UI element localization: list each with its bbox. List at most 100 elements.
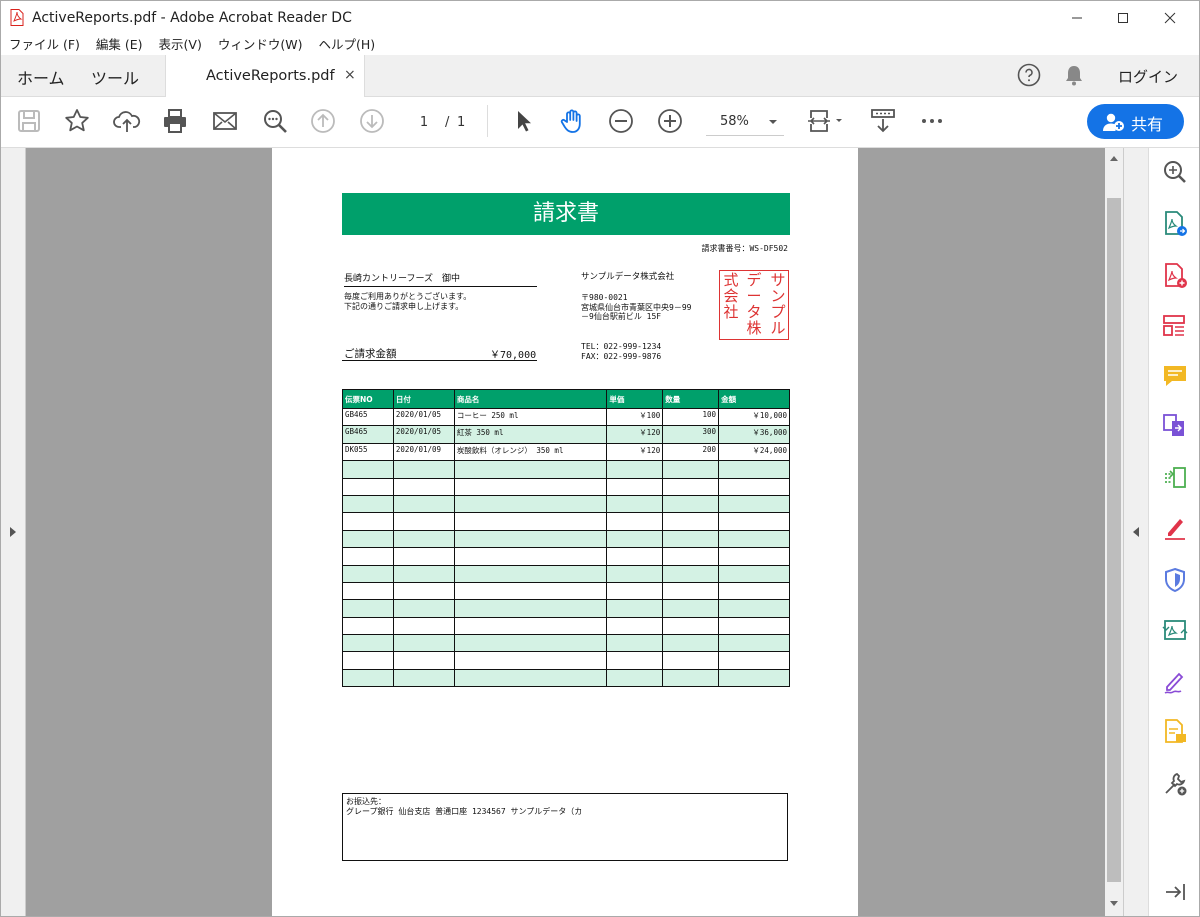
organize-pages-icon[interactable] — [1162, 465, 1188, 491]
compress-pdf-icon[interactable] — [1162, 617, 1188, 643]
table-cell — [342, 494, 394, 514]
bell-icon[interactable] — [1063, 63, 1085, 87]
table-cell — [606, 581, 664, 601]
cloud-upload-icon[interactable] — [113, 107, 141, 135]
close-icon — [1164, 12, 1176, 24]
table-cell — [662, 460, 720, 479]
star-icon[interactable] — [63, 107, 91, 135]
column-header: 商品名 — [453, 389, 608, 409]
pdf-page: 請求書 請求書番号：WS-DF502 長崎カントリーフーズ 御中 毎度ご利用あり… — [272, 148, 858, 916]
combine-files-icon[interactable] — [1162, 413, 1188, 439]
table-cell — [392, 529, 455, 549]
search-zoom-icon[interactable] — [261, 107, 289, 135]
edit-pdf-icon[interactable] — [1162, 313, 1188, 339]
table-row — [342, 599, 790, 618]
postal-code: 〒980-0021 — [581, 293, 628, 302]
pdf-file-icon — [10, 9, 24, 26]
table-cell — [662, 494, 720, 514]
help-icon[interactable] — [1017, 63, 1041, 87]
more-tools-icon[interactable] — [1162, 771, 1188, 797]
protect-shield-icon[interactable] — [1162, 567, 1188, 593]
search-tool-icon[interactable] — [1162, 159, 1188, 185]
remittance-box: お振込先： グレープ銀行 仙台支店 普通口座 1234567 サンプルデータ（カ — [342, 793, 788, 861]
table-cell — [718, 460, 790, 479]
table-cell — [662, 477, 720, 496]
table-cell: GB465 — [342, 407, 394, 427]
zoom-out-icon[interactable] — [607, 107, 635, 135]
share-button[interactable]: 共有 — [1087, 104, 1184, 139]
tab-home[interactable]: ホーム — [17, 65, 65, 89]
address-line: 宮城県仙台市青葉区中央9－99 — [581, 302, 692, 312]
comment-icon[interactable] — [1162, 363, 1188, 389]
tab-tools[interactable]: ツール — [91, 65, 139, 89]
fill-sign-icon[interactable] — [1162, 515, 1188, 541]
login-link[interactable]: ログイン — [1118, 66, 1178, 87]
table-row — [342, 651, 790, 670]
collapse-panel-icon[interactable] — [1162, 879, 1188, 905]
acrobat-window: ActiveReports.pdf - Adobe Acrobat Reader… — [0, 0, 1200, 917]
table-cell — [662, 668, 720, 688]
remittance-label: お振込先： — [346, 797, 386, 806]
export-pdf-icon[interactable] — [1162, 211, 1188, 237]
menu-help[interactable]: ヘルプ(H) — [310, 35, 383, 55]
menu-view[interactable]: 表示(V) — [151, 35, 210, 55]
menu-window[interactable]: ウィンドウ(W) — [210, 35, 311, 55]
minimize-icon — [1072, 17, 1082, 19]
scroll-down-icon[interactable] — [1109, 900, 1119, 908]
chevron-left-icon — [1133, 527, 1139, 537]
table-cell: コーヒー 250 ml — [453, 407, 608, 427]
company-contact: TEL：022-999-1234 FAX：022-999-9876 — [581, 342, 661, 362]
left-panel-toggle[interactable] — [1, 148, 26, 916]
table-cell — [392, 547, 455, 566]
table-cell — [392, 581, 455, 601]
column-header: 金額 — [718, 389, 790, 409]
hand-tool-icon[interactable] — [558, 107, 586, 135]
menu-edit[interactable]: 編集 (E) — [88, 35, 151, 55]
table-row — [342, 477, 790, 496]
email-icon[interactable] — [211, 107, 239, 135]
table-cell — [718, 564, 790, 583]
zoom-select[interactable]: 58% — [706, 111, 784, 136]
invoice-number: 請求書番号：WS-DF502 — [701, 244, 788, 253]
table-cell — [662, 581, 720, 601]
table-cell — [342, 668, 394, 688]
zoom-in-icon[interactable] — [656, 107, 684, 135]
print-icon[interactable] — [161, 107, 189, 135]
table-cell — [392, 512, 455, 531]
create-pdf-icon[interactable] — [1162, 263, 1188, 289]
scroll-up-icon[interactable] — [1109, 154, 1119, 162]
tab-close-button[interactable]: × — [344, 67, 356, 83]
right-panel-toggle[interactable] — [1123, 148, 1149, 916]
fit-page-icon[interactable] — [806, 107, 846, 135]
table-cell: ￥120 — [606, 442, 664, 462]
maximize-button[interactable] — [1100, 1, 1146, 35]
seal-column: サン プル — [770, 271, 786, 337]
table-cell — [718, 581, 790, 601]
tab-document[interactable]: ActiveReports.pdf × — [165, 55, 365, 97]
next-page-icon[interactable] — [358, 107, 386, 135]
signature-icon[interactable] — [1162, 669, 1188, 695]
remittance-details: グレープ銀行 仙台支店 普通口座 1234567 サンプルデータ（カ — [346, 807, 583, 816]
column-header: 伝票NO — [342, 389, 394, 409]
select-arrow-icon[interactable] — [509, 107, 537, 135]
send-comments-icon[interactable] — [1162, 719, 1188, 745]
close-window-button[interactable] — [1147, 1, 1193, 35]
minimize-button[interactable] — [1054, 1, 1100, 35]
chevron-right-icon — [10, 527, 16, 537]
table-cell: 紅茶 350 ml — [453, 425, 608, 444]
greeting-line: 下記の通りご請求申し上げます。 — [344, 302, 464, 311]
page-total: 1 — [457, 115, 466, 130]
page-number-input[interactable]: 1 — [407, 112, 441, 134]
table-row: DK055 2020/01/09 炭酸飲料（オレンジ） 350 ml ￥120 200 ￥… — [342, 442, 790, 462]
save-icon[interactable] — [15, 107, 43, 135]
fax-number: FAX：022-999-9876 — [581, 352, 662, 361]
previous-page-icon[interactable] — [309, 107, 337, 135]
scroll-mode-icon[interactable] — [869, 107, 897, 135]
scrollbar-thumb[interactable] — [1107, 198, 1121, 882]
table-cell — [392, 460, 455, 479]
menu-file[interactable]: ファイル (F) — [1, 35, 88, 55]
table-cell — [662, 634, 720, 653]
more-options-icon[interactable] — [918, 107, 946, 135]
table-cell — [453, 477, 608, 496]
add-person-icon — [1103, 113, 1124, 131]
